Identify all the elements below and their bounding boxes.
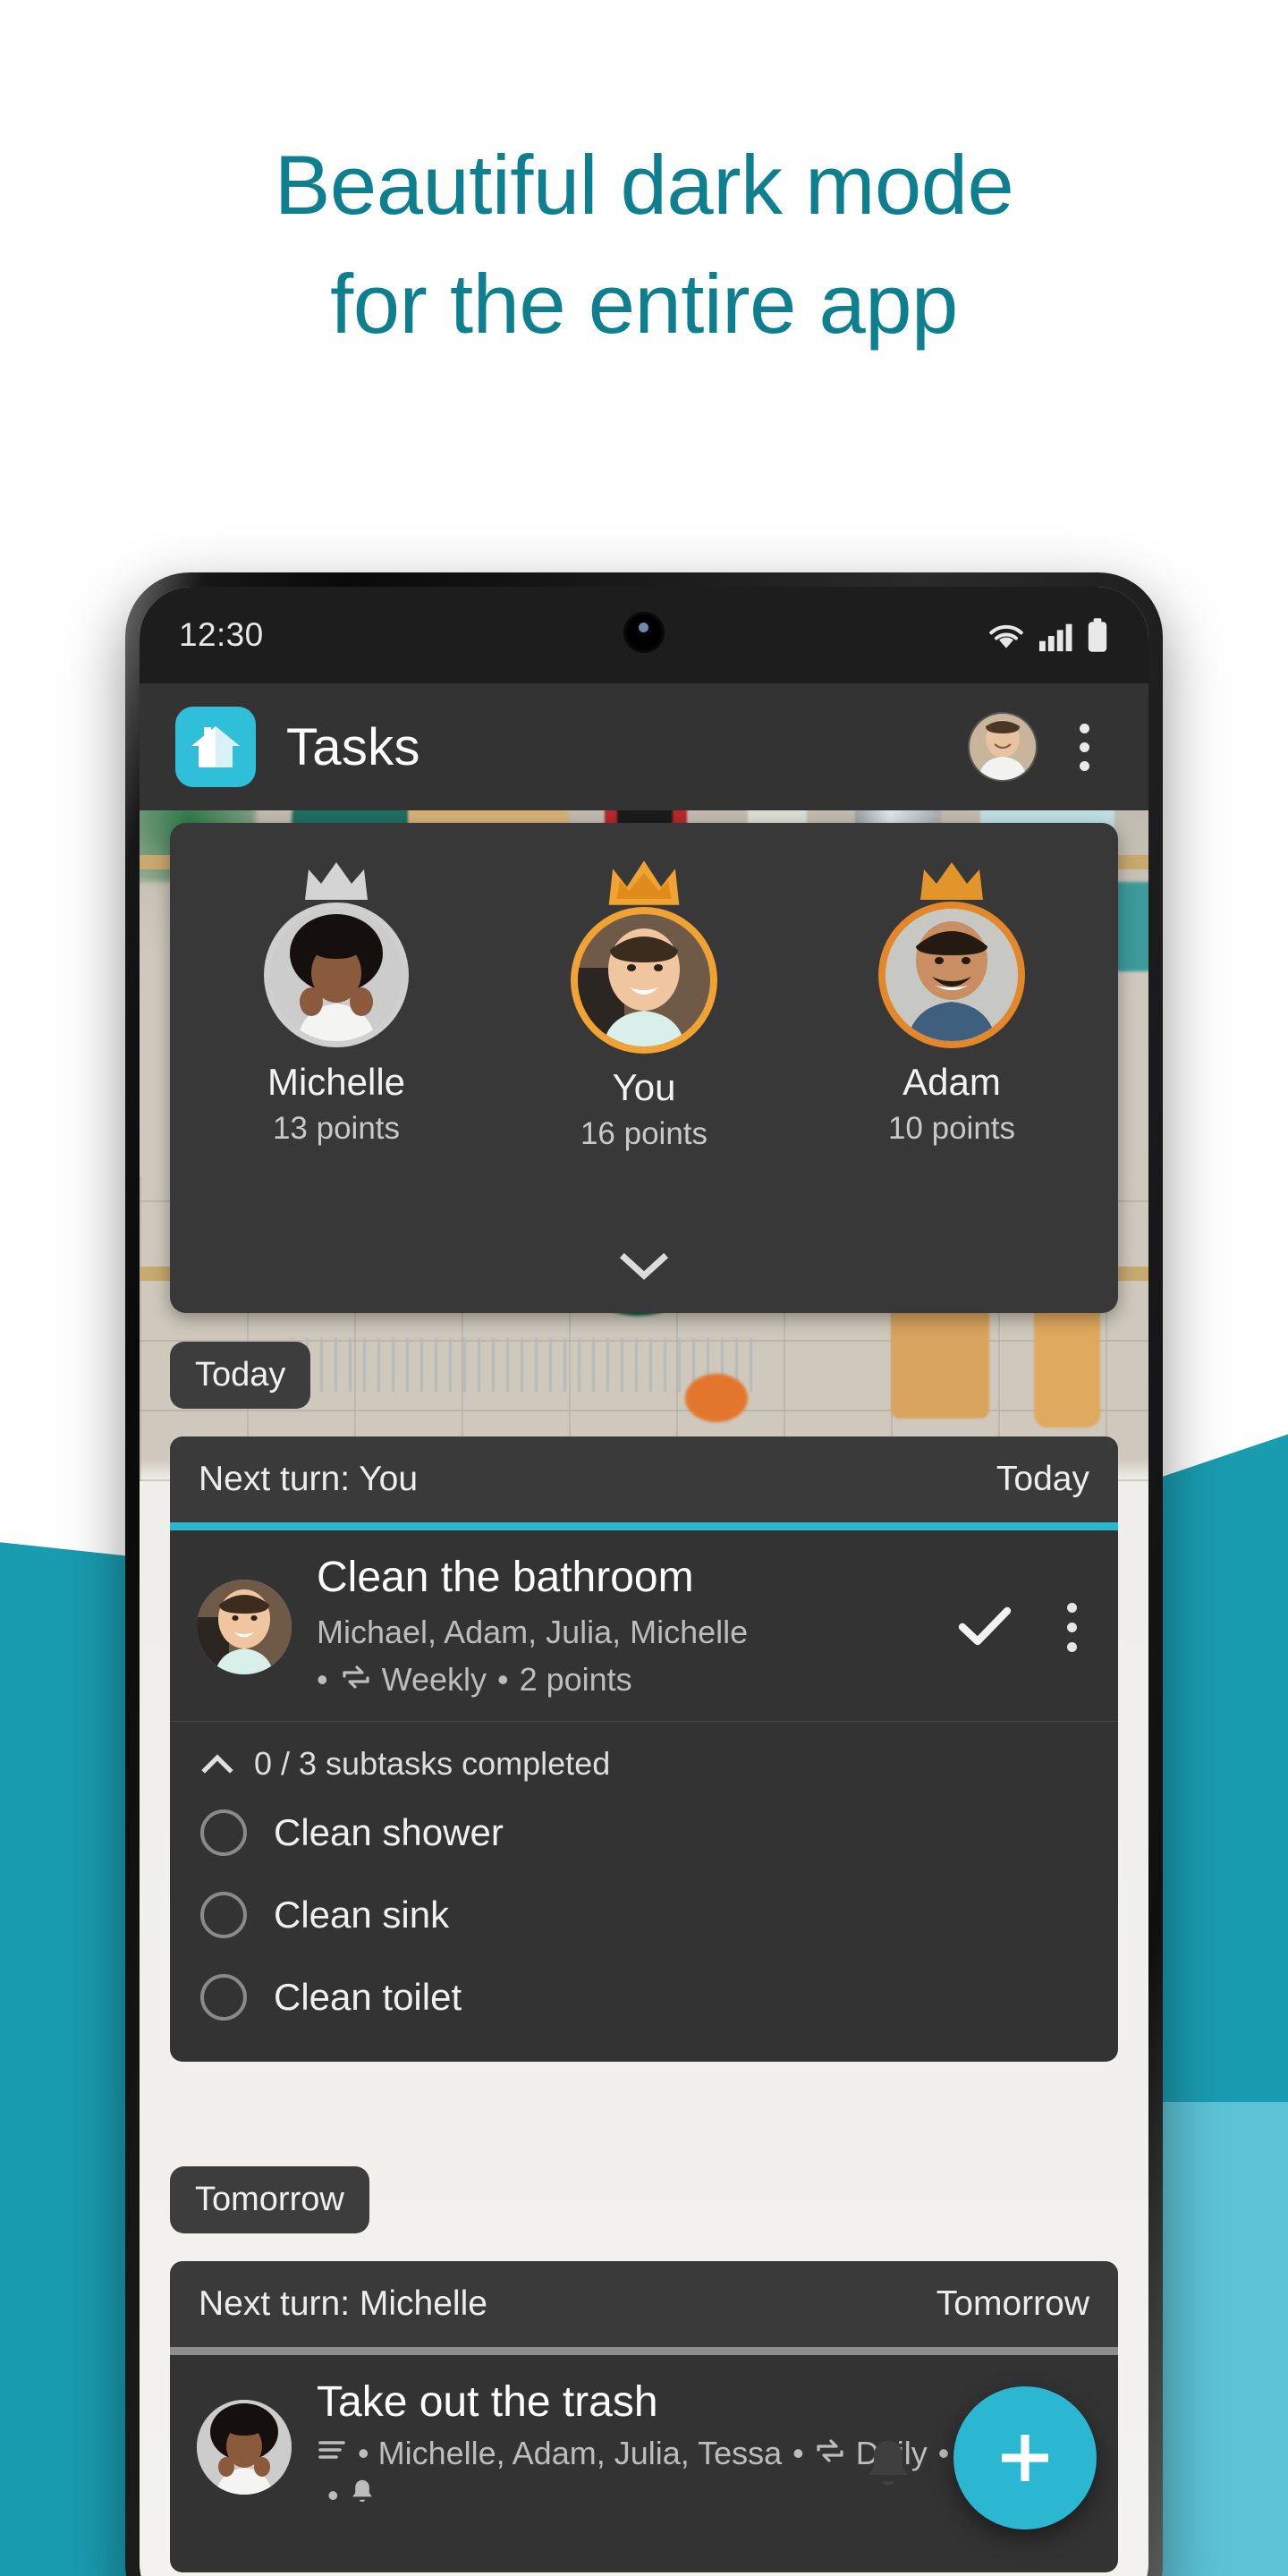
front-camera-punch-hole: [623, 612, 665, 653]
overflow-menu-icon[interactable]: [1055, 723, 1113, 771]
silver-crown-icon: [305, 862, 368, 900]
task-group-today: Next turn: You Today Clean the bathroom …: [170, 1436, 1118, 2062]
accent-line: [170, 1522, 1118, 1530]
player-avatar: [578, 914, 710, 1046]
subtasks-toggle[interactable]: 0 / 3 subtasks completed: [170, 1722, 1118, 1792]
leaderboard-podium: Michelle 13 points You 16 points Adam 10…: [170, 859, 1118, 1152]
cellular-signal-icon: [1038, 619, 1075, 653]
subtask-item[interactable]: Clean toilet: [170, 1956, 1118, 2038]
day-chip-today: Today: [170, 1342, 311, 1409]
avatar[interactable]: [970, 714, 1036, 780]
bronze-crown-icon: [920, 862, 983, 900]
chevron-up-icon: [201, 1754, 233, 1774]
player-avatar: [886, 909, 1018, 1041]
turn-date: Tomorrow: [936, 2284, 1089, 2323]
bell-icon: [350, 2474, 375, 2517]
task-points: 2 points: [519, 1661, 632, 1699]
player-name: You: [612, 1066, 676, 1108]
task-row[interactable]: Clean the bathroom Michael, Adam, Julia,…: [170, 1530, 1118, 1721]
subtask-label: Clean sink: [274, 1893, 450, 1936]
promo-headline: Beautiful dark mode for the entire app: [274, 138, 1014, 352]
subtask-checkbox[interactable]: [200, 1809, 247, 1856]
subtask-checkbox[interactable]: [200, 1973, 247, 2021]
add-task-fab[interactable]: [953, 2386, 1097, 2529]
task-assignee-avatar: [197, 1580, 292, 1675]
task-card[interactable]: Clean the bathroom Michael, Adam, Julia,…: [170, 1530, 1118, 2062]
task-list-scroll[interactable]: Michelle 13 points You 16 points Adam 10…: [140, 810, 1148, 2576]
leaderboard-player[interactable]: Adam 10 points: [831, 859, 1072, 1147]
app-bar: Tasks: [140, 683, 1148, 810]
subtasks-summary: 0 / 3 subtasks completed: [254, 1744, 611, 1782]
task-texts: Clean the bathroom Michael, Adam, Julia,…: [317, 1554, 937, 1701]
turn-label: Next turn: Michelle: [199, 2284, 487, 2323]
task-members: Michael, Adam, Julia, Michelle: [317, 1613, 749, 1650]
task-actions: [957, 1599, 1091, 1655]
turn-header: Next turn: Michelle Tomorrow: [170, 2261, 1118, 2347]
task-repeat: Weekly: [381, 1661, 487, 1699]
subtask-item[interactable]: Clean sink: [170, 1874, 1118, 1956]
status-bar-clock: 12:30: [179, 616, 264, 653]
subtask-label: Clean toilet: [274, 1975, 462, 2018]
leaderboard-card: Michelle 13 points You 16 points Adam 10…: [170, 823, 1118, 1313]
house-logo-icon: [175, 707, 256, 787]
repeat-icon: [341, 1658, 371, 1701]
screenshot-root: Beautiful dark mode for the entire app 1…: [0, 0, 1288, 2576]
task-meta-bullet: •: [317, 1661, 328, 1699]
gold-crown-icon: [608, 860, 680, 905]
leaderboard-player[interactable]: Michelle 13 points: [216, 859, 457, 1147]
player-avatar: [270, 909, 402, 1041]
description-icon: [317, 2432, 347, 2475]
subtask-item[interactable]: Clean shower: [170, 1792, 1118, 1874]
turn-label: Next turn: You: [199, 1460, 419, 1498]
turn-date: Today: [996, 1460, 1089, 1498]
player-name: Michelle: [267, 1061, 406, 1103]
repeat-icon: [815, 2432, 845, 2475]
task-meta: • Weekly • 2 points: [317, 1658, 937, 1701]
page-title: Tasks: [286, 717, 420, 776]
check-icon[interactable]: [957, 1599, 1013, 1655]
battery-icon: [1086, 617, 1109, 653]
phone-mockup: 12:30 Tasks Michelle 13 points You 16 po…: [125, 572, 1163, 2576]
chevron-down-icon: [619, 1252, 669, 1280]
wifi-icon: [986, 619, 1027, 653]
subtask-checkbox[interactable]: [200, 1891, 247, 1938]
player-points: 10 points: [887, 1111, 1016, 1146]
player-name: Adam: [902, 1061, 1001, 1103]
day-chip-tomorrow: Tomorrow: [170, 2166, 369, 2233]
phone-screen: 12:30 Tasks Michelle 13 points You 16 po…: [140, 587, 1148, 2576]
subtask-label: Clean shower: [274, 1810, 504, 1853]
leaderboard-expand-button[interactable]: [170, 1252, 1118, 1283]
task-title: Clean the bathroom: [317, 1554, 694, 1601]
leaderboard-player[interactable]: You 16 points: [523, 859, 765, 1152]
accent-line: [170, 2347, 1118, 2355]
turn-header: Next turn: You Today: [170, 1436, 1118, 1522]
player-points: 13 points: [272, 1111, 401, 1146]
task-members: Michelle, Adam, Julia, Tessa: [377, 2434, 783, 2471]
bell-icon: [862, 2436, 914, 2499]
overflow-menu-icon[interactable]: [1052, 1602, 1091, 1652]
task-assignee-avatar: [197, 2400, 292, 2496]
player-points: 16 points: [580, 1116, 708, 1151]
plus-icon: [1002, 2435, 1048, 2481]
